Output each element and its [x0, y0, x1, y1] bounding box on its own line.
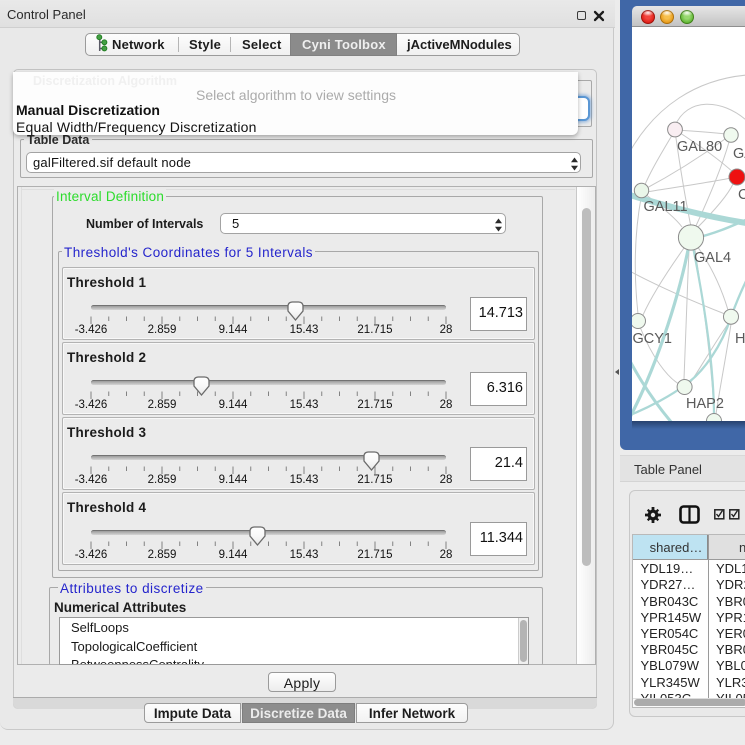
svg-text:GAL4: GAL4: [694, 250, 731, 266]
svg-text:GAL: GAL: [733, 146, 745, 162]
svg-text:HAP2: HAP2: [686, 396, 724, 412]
svg-text:HIS: HIS: [735, 331, 745, 347]
svg-text:CY: CY: [738, 187, 745, 203]
svg-text:GCY1: GCY1: [633, 331, 673, 347]
svg-text:GAL80: GAL80: [677, 139, 722, 155]
svg-text:GAL11: GAL11: [644, 199, 688, 215]
